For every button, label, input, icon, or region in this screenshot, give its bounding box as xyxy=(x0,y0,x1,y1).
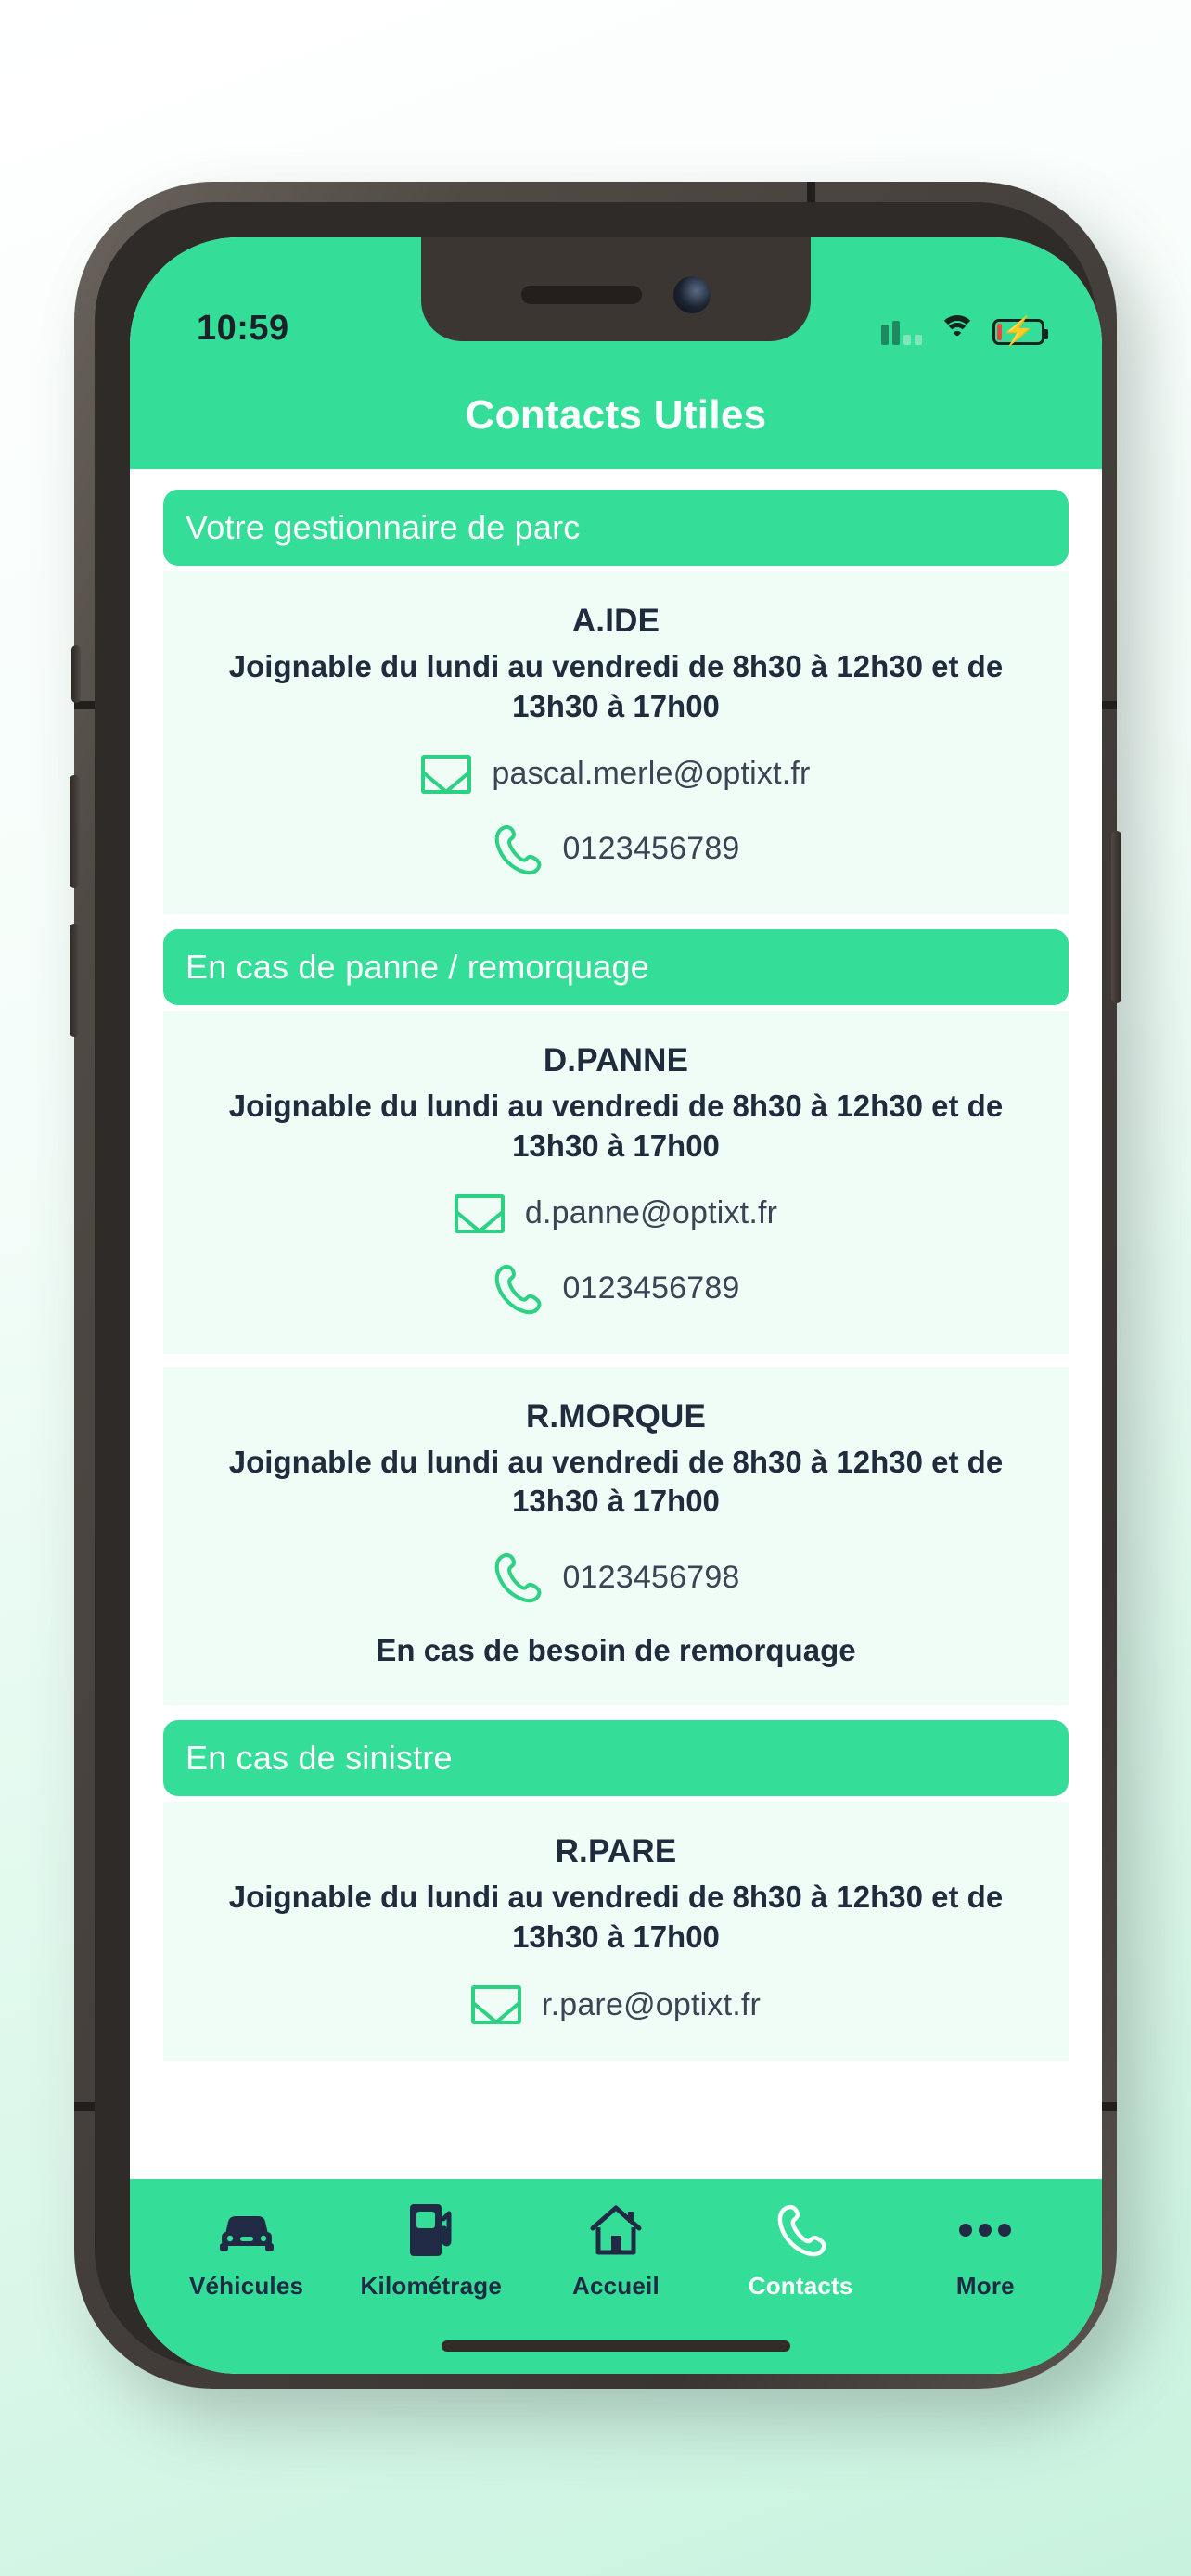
contact-hours: Joignable du lundi au vendredi de 8h30 à… xyxy=(228,1880,1004,1955)
section-header-panne: En cas de panne / remorquage xyxy=(163,928,1069,1005)
phone-icon xyxy=(775,2200,826,2261)
tab-label: Contacts xyxy=(748,2272,853,2300)
tab-contacts[interactable]: Contacts xyxy=(715,2200,887,2301)
power-button[interactable] xyxy=(1111,831,1121,1003)
tab-label: More xyxy=(955,2272,1015,2300)
contact-card[interactable]: R.MORQUE Joignable du lundi au vendredi … xyxy=(163,1366,1069,1706)
earpiece-speaker xyxy=(521,286,642,304)
volume-down-button[interactable] xyxy=(70,924,80,1037)
envelope-icon xyxy=(470,1985,522,2025)
contact-card[interactable]: A.IDE Joignable du lundi au vendredi de … xyxy=(163,571,1069,914)
car-icon xyxy=(216,2200,277,2261)
status-bar-clock: 10:59 xyxy=(197,309,289,348)
contact-phone[interactable]: 0123456789 xyxy=(562,1270,739,1307)
envelope-icon xyxy=(454,1193,506,1233)
contact-phone[interactable]: 0123456798 xyxy=(562,1560,739,1596)
signal-bars-icon xyxy=(881,321,922,345)
fuel-pump-icon xyxy=(405,2200,457,2261)
contact-hours: Joignable du lundi au vendredi de 8h30 à… xyxy=(228,649,1004,723)
contact-email[interactable]: d.panne@optixt.fr xyxy=(525,1195,777,1231)
app-header-bar: Contacts Utiles xyxy=(130,362,1102,469)
page-title: Contacts Utiles xyxy=(465,392,767,438)
phone-handset-icon xyxy=(492,1549,542,1605)
phone-handset-icon xyxy=(492,1261,542,1317)
contact-card[interactable]: R.PARE Joignable du lundi au vendredi de… xyxy=(163,1802,1069,2062)
contacts-scroll-area[interactable]: Votre gestionnaire de parc A.IDE Joignab… xyxy=(130,469,1102,2179)
mute-switch-button[interactable] xyxy=(71,645,81,703)
phone-inner-bezel: 10:59 ⚡ Contacts Utiles Votre gestionnai… xyxy=(95,202,1102,2374)
tab-more[interactable]: More xyxy=(900,2200,1071,2301)
contact-card[interactable]: D.PANNE Joignable du lundi au vendredi d… xyxy=(163,1010,1069,1354)
contact-phone[interactable]: 0123456789 xyxy=(562,831,739,867)
section-header-gestionnaire: Votre gestionnaire de parc xyxy=(163,490,1069,566)
section-header-label: Votre gestionnaire de parc xyxy=(186,508,581,546)
contact-email-row[interactable]: d.panne@optixt.fr xyxy=(187,1193,1044,1233)
phone-screen: 10:59 ⚡ Contacts Utiles Votre gestionnai… xyxy=(130,237,1102,2374)
home-indicator[interactable] xyxy=(442,2340,790,2352)
home-icon xyxy=(587,2200,645,2261)
tab-label: Kilométrage xyxy=(360,2272,503,2300)
contact-email[interactable]: r.pare@optixt.fr xyxy=(542,1987,761,2023)
contact-email-row[interactable]: r.pare@optixt.fr xyxy=(187,1985,1044,2025)
section-header-label: En cas de panne / remorquage xyxy=(186,947,649,986)
contact-email-row[interactable]: pascal.merle@optixt.fr xyxy=(187,754,1044,794)
contacts-list: Votre gestionnaire de parc A.IDE Joignab… xyxy=(130,469,1102,2062)
phone-handset-icon xyxy=(492,822,542,877)
contact-hours: Joignable du lundi au vendredi de 8h30 à… xyxy=(228,1088,1004,1163)
device-notch xyxy=(421,237,811,341)
tab-label: Accueil xyxy=(572,2272,660,2300)
wifi-icon xyxy=(939,315,976,345)
status-bar: 10:59 ⚡ xyxy=(130,237,1102,362)
section-header-label: En cas de sinistre xyxy=(186,1739,453,1778)
tab-label: Véhicules xyxy=(188,2272,304,2300)
contact-email[interactable]: pascal.merle@optixt.fr xyxy=(492,756,810,792)
contact-name: R.PARE xyxy=(555,1833,677,1870)
tab-vehicules[interactable]: Véhicules xyxy=(160,2200,332,2301)
front-camera-icon xyxy=(673,276,711,313)
contact-phone-row[interactable]: 0123456798 xyxy=(187,1549,1044,1605)
phone-device-frame: 10:59 ⚡ Contacts Utiles Votre gestionnai… xyxy=(70,182,1121,2389)
contact-name: R.MORQUE xyxy=(525,1397,707,1435)
status-bar-icons: ⚡ xyxy=(881,315,1048,349)
tab-kilometrage[interactable]: Kilométrage xyxy=(345,2200,517,2301)
ellipsis-icon xyxy=(956,2200,1014,2261)
contact-phone-row[interactable]: 0123456789 xyxy=(187,822,1044,877)
battery-charging-icon: ⚡ xyxy=(992,318,1048,346)
volume-up-button[interactable] xyxy=(70,775,80,888)
contact-name: D.PANNE xyxy=(543,1041,689,1078)
envelope-icon xyxy=(421,754,472,794)
contact-name: A.IDE xyxy=(571,603,660,639)
section-header-sinistre: En cas de sinistre xyxy=(163,1720,1069,1797)
contact-phone-row[interactable]: 0123456789 xyxy=(187,1261,1044,1317)
tab-accueil[interactable]: Accueil xyxy=(530,2200,701,2301)
card-divider xyxy=(163,1353,1069,1367)
contact-note: En cas de besoin de remorquage xyxy=(376,1633,856,1668)
contact-hours: Joignable du lundi au vendredi de 8h30 à… xyxy=(228,1444,1004,1519)
